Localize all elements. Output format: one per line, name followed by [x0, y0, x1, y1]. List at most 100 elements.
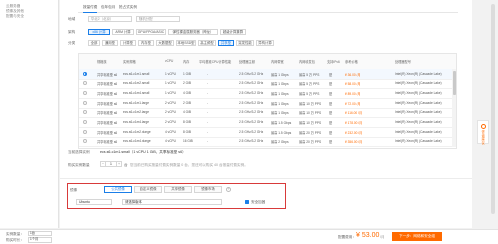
cell-ipv6: 是: [329, 111, 333, 116]
row-radio[interactable]: [83, 81, 87, 86]
table-row[interactable]: 共享标准型 s6 ecs.s6-c1m4.xlarge 4 vCPU 16 GiB - 2…: [79, 137, 456, 148]
row-radio[interactable]: [83, 110, 87, 115]
cell-mem: 2 GiB: [183, 81, 191, 86]
cell-cpu: Intel(R) Xeon(R) (Cascade Lake): [395, 139, 442, 144]
cell-price: ¥ 116.00 /月: [345, 111, 363, 116]
cell-family: 共享标准型 s6: [97, 130, 118, 135]
region-select[interactable]: 华北2（北京）: [88, 16, 132, 22]
qty-unit: 台: [124, 162, 128, 167]
cell-vcpu: 2 vCPU: [165, 120, 176, 124]
cell-family: 共享标准型 s6: [97, 91, 118, 96]
region-label: 地域: [68, 17, 76, 21]
row-radio[interactable]: [83, 120, 87, 124]
table-scroll-thumb[interactable]: [452, 71, 456, 95]
sidebar-item-0[interactable]: 云服务器: [6, 4, 20, 8]
cell-vcpu: 2 vCPU: [165, 110, 176, 115]
category-option-6[interactable]: 高主频型: [198, 40, 216, 46]
cell-base: -: [207, 81, 209, 86]
cell-mem: 1 GiB: [183, 71, 191, 76]
arch-label: 架构: [68, 30, 76, 34]
col-pps: 内网收发包: [299, 60, 315, 64]
qty-plus-button[interactable]: +: [116, 161, 122, 167]
cell-price: ¥ 232.00 /月: [345, 130, 363, 135]
tab-billing-2[interactable]: 抢占式实例: [119, 5, 137, 12]
cell-ipv6: 是: [329, 82, 333, 87]
category-option-9[interactable]: 异构计算: [256, 40, 274, 46]
footer-qty-value[interactable]: 1台: [28, 230, 52, 236]
cell-vcpu: 2 vCPU: [165, 100, 176, 105]
cell-bw: 最高 2 Gbps: [271, 140, 289, 145]
footer-period-select[interactable]: 1个月: [28, 237, 52, 243]
category-option-2[interactable]: 计算型: [120, 40, 136, 46]
purchase-note: 您当前已购买按量付费实例数量 0 台，您还可以购买 40 台按量付费实例。: [130, 162, 248, 167]
cell-pps: 最高 10 万 PPS: [299, 101, 322, 106]
arch-option-2[interactable]: GPU/FPGA/ASIC: [136, 29, 166, 35]
cell-family: 共享标准型 s6: [97, 101, 118, 106]
cell-ipv6: 是: [329, 91, 333, 96]
footer-period-label: 购买时长：: [6, 238, 24, 242]
col-vcpu: vCPU: [165, 59, 174, 63]
tab-billing-0[interactable]: 按量付费: [83, 5, 97, 12]
row-radio[interactable]: [83, 139, 87, 144]
col-price: 参考价格: [345, 60, 358, 64]
cell-family: 共享标准型 s6: [97, 121, 118, 125]
consult-float-button[interactable]: 咨询建议: [477, 120, 489, 145]
arch-option-1[interactable]: ARM 计算: [112, 29, 134, 35]
category-option-0[interactable]: 全部: [88, 40, 100, 46]
cell-bw: 最高 1 Gbps: [271, 91, 289, 96]
cell-spec: ecs.s6-c1m4.xlarge: [123, 139, 151, 144]
cell-vcpu: 1 vCPU: [165, 71, 176, 76]
selected-spec-value: ecs.s6-c1m1.small（1 vCPU 1 GiB，共享标准型 s6）: [100, 150, 186, 154]
cell-ipv6: 是: [329, 101, 333, 106]
category-option-3[interactable]: 内存型: [138, 40, 154, 46]
cell-freq: 2.5 GHz/3.2 GHz: [239, 129, 264, 134]
cell-family: 共享标准型 s6: [97, 140, 118, 145]
cell-family: 共享标准型 s6: [97, 72, 118, 77]
cell-base: -: [207, 100, 209, 105]
cell-base: -: [207, 71, 209, 76]
qty-input[interactable]: 1: [106, 161, 116, 167]
tab-billing-1[interactable]: 包年包月: [101, 5, 115, 12]
chat-icon: [481, 124, 486, 129]
row-radio[interactable]: [83, 129, 87, 134]
page-scroll-thumb[interactable]: [491, 4, 495, 214]
col-base: 平均基准CPU计算性能: [199, 60, 232, 64]
cell-cpu: Intel(R) Xeon(R) (Cascade Lake): [395, 129, 442, 134]
category-option-5[interactable]: 本地SSD型: [176, 40, 196, 46]
page-scrollbar[interactable]: [489, 0, 498, 228]
sidebar-item-2[interactable]: 配置与安全: [6, 14, 24, 18]
cell-bw: 最高 1 Gbps: [271, 82, 289, 87]
category-option-8[interactable]: 突发性能: [236, 40, 254, 46]
cell-freq: 2.5 GHz/3.2 GHz: [239, 100, 264, 105]
cell-mem: 2 GiB: [183, 100, 191, 105]
price-value: ¥ 53.00: [356, 232, 380, 239]
category-option-4[interactable]: 大数据型: [156, 40, 174, 46]
tab-active-indicator: [83, 12, 97, 13]
next-step-button[interactable]: 下一步：网络和安全组: [392, 232, 442, 241]
cell-ipv6: 是: [329, 72, 333, 77]
cell-vcpu: 1 vCPU: [165, 81, 176, 86]
row-radio[interactable]: [83, 90, 87, 95]
cell-base: -: [207, 120, 209, 124]
arch-option-0[interactable]: x86 计算: [88, 29, 110, 35]
cell-spec: ecs.s6-c1m1.large: [123, 100, 150, 105]
cell-bw: 最高 1 Gbps: [271, 72, 289, 77]
cell-spec: ecs.s6-c1m2.xlarge: [123, 129, 151, 134]
cell-spec: ecs.s6-c1m2.large: [123, 110, 150, 115]
arch-option-4[interactable]: 超级计算集群: [220, 29, 246, 35]
zone-select[interactable]: 随机分配: [136, 16, 180, 22]
cell-ipv6: 是: [329, 130, 333, 135]
row-radio[interactable]: [83, 100, 87, 105]
row-radio[interactable]: [83, 71, 87, 76]
cell-spec: ecs.s6-c1m4.large: [123, 120, 150, 124]
cell-price: ¥ 36.00 /月: [345, 72, 361, 77]
sidebar-item-1[interactable]: 镜像及其他: [6, 9, 24, 13]
price-unit: /月: [380, 235, 385, 239]
highlight-box: [67, 183, 286, 209]
category-option-7[interactable]: 共享型: [218, 40, 234, 46]
cell-vcpu: 1 vCPU: [165, 90, 176, 95]
cell-cpu: Intel(R) Xeon(R) (Cascade Lake): [395, 100, 442, 105]
category-option-1[interactable]: 通用型: [102, 40, 118, 46]
arch-option-3[interactable]: 弹性裸金属服务器（神龙）: [168, 29, 218, 35]
cell-freq: 2.5 GHz/3.2 GHz: [239, 71, 264, 76]
